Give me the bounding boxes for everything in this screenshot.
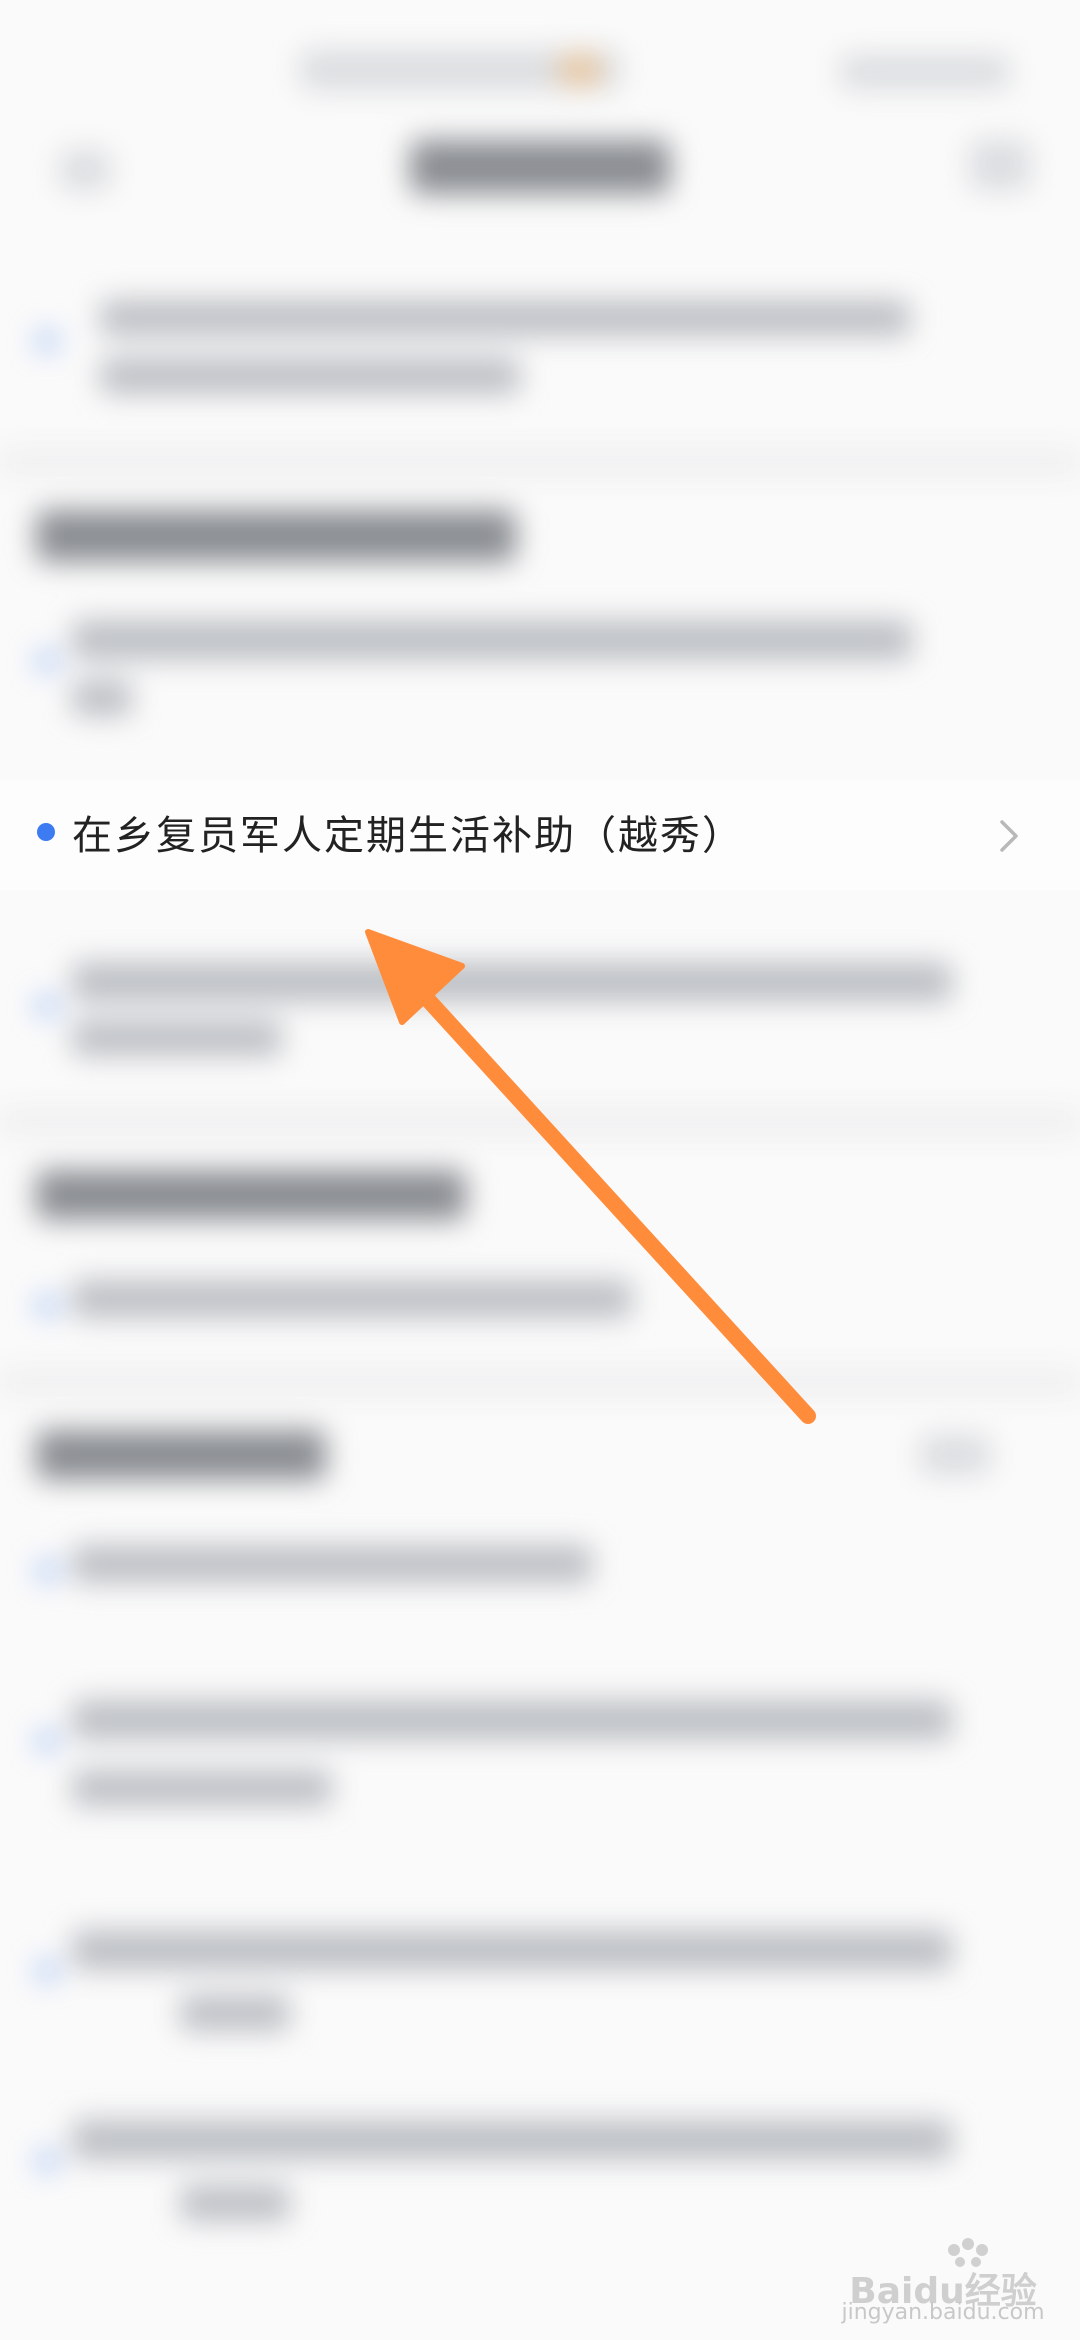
screen: 在乡复员军人定期生活补助（越秀） Baidu经验 jingyan.baidu.c… xyxy=(0,0,1080,2340)
blurred-content xyxy=(0,0,1080,2340)
bullet-dot-icon xyxy=(37,823,55,841)
list-item-title[interactable]: 在乡复员军人定期生活补助（越秀） xyxy=(72,806,744,866)
watermark-url: jingyan.baidu.com xyxy=(841,2300,1045,2325)
chevron-right-icon[interactable] xyxy=(992,816,1026,856)
